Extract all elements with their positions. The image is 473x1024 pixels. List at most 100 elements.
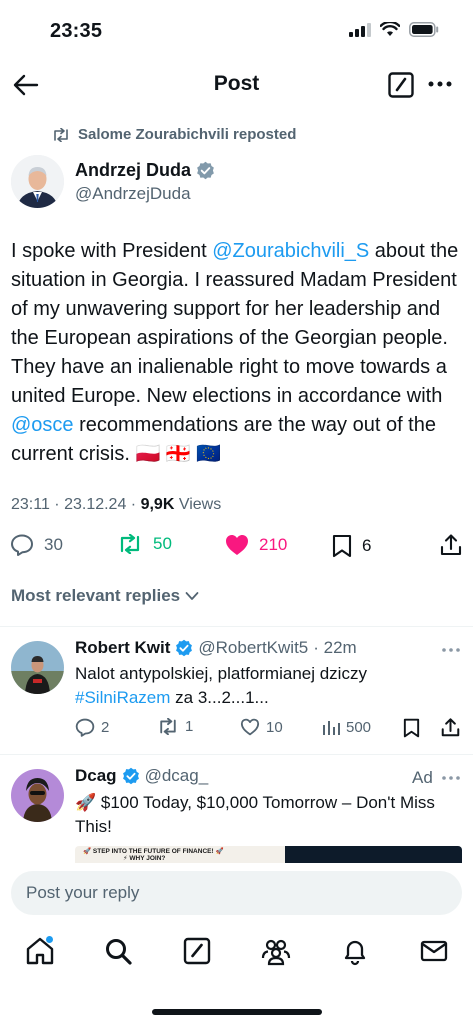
verified-badge-icon <box>197 161 214 180</box>
repost-icon <box>54 127 68 142</box>
author-handle[interactable]: @AndrzejDuda <box>75 184 191 204</box>
search-icon <box>106 939 132 965</box>
grok-icon <box>183 937 211 965</box>
tab-grok[interactable] <box>182 936 212 966</box>
reply-repost-button[interactable]: 1 <box>157 718 193 735</box>
repost-count: 50 <box>153 534 172 553</box>
reply-sort-label: Most relevant replies <box>11 586 181 605</box>
ad-more-button[interactable] <box>440 773 462 783</box>
author-name-row[interactable]: Andrzej Duda <box>75 160 215 181</box>
hashtag-link[interactable]: #SilniRazem <box>75 688 170 707</box>
home-indicator <box>152 1009 322 1015</box>
tab-search[interactable] <box>103 936 133 966</box>
more-options-button[interactable] <box>426 74 454 94</box>
communities-icon <box>261 939 291 966</box>
reply-header: Robert Kwit @RobertKwit5 · 22m <box>75 638 435 658</box>
ad-header: Dcag @dcag_ <box>75 766 208 786</box>
reply-more-button[interactable] <box>440 645 462 655</box>
home-notification-dot <box>46 936 53 943</box>
reply-input[interactable]: Post your reply <box>11 871 462 915</box>
reply-sort-dropdown[interactable]: Most relevant replies <box>11 586 199 606</box>
reply-input-placeholder: Post your reply <box>26 883 140 902</box>
reply-avatar[interactable] <box>11 641 64 694</box>
verified-badge-icon <box>122 767 139 785</box>
reply-reply-button[interactable]: 2 <box>75 718 109 737</box>
post-text-part: about the situation in Georgia. I reassu… <box>11 240 459 407</box>
share-button[interactable] <box>440 534 462 556</box>
post-meta: 23:11 · 23.12.24 · 9,9K Views <box>11 496 221 514</box>
ad-author-handle[interactable]: @dcag_ <box>145 766 209 786</box>
repost-banner-text: Salome Zourabichvili reposted <box>78 126 297 143</box>
bookmark-count: 6 <box>362 536 372 555</box>
verified-badge-icon <box>176 639 193 657</box>
ad-avatar[interactable] <box>11 769 64 822</box>
mail-icon <box>420 940 448 962</box>
status-time: 23:35 <box>50 20 103 42</box>
repost-icon <box>120 534 140 554</box>
post-text-part: I spoke with President <box>11 240 213 262</box>
bell-icon <box>344 940 366 966</box>
share-icon <box>441 718 460 737</box>
avatar-image <box>11 155 64 208</box>
repost-icon <box>160 718 176 735</box>
bookmark-button[interactable]: 6 <box>332 534 371 558</box>
more-horizontal-icon <box>442 648 460 652</box>
share-icon <box>440 534 462 556</box>
avatar-image <box>11 769 64 822</box>
ad-banner-image[interactable]: 🚀 STEP INTO THE FUTURE OF FINANCE! 🚀 ⚡ W… <box>75 846 462 863</box>
flag-emojis: 🇵🇱 🇬🇪 🇪🇺 <box>135 443 222 465</box>
ad-banner-left: 🚀 STEP INTO THE FUTURE OF FINANCE! 🚀 ⚡ W… <box>75 846 285 863</box>
tab-communities[interactable] <box>261 936 291 966</box>
reply-actions: 2 1 10 500 <box>75 718 462 740</box>
reply-view-count: 500 <box>346 718 372 736</box>
avatar-image <box>11 641 64 694</box>
compose-button[interactable] <box>387 71 415 99</box>
ad-banner-text: 🚀 STEP INTO THE FUTURE OF FINANCE! 🚀 <box>83 848 224 855</box>
tab-notifications[interactable] <box>340 936 370 966</box>
ad-text: 🚀 $100 Today, $10,000 Tomorrow – Don't M… <box>75 793 435 836</box>
mention-link[interactable]: @Zourabichvili_S <box>212 240 369 262</box>
bookmark-icon <box>403 718 420 738</box>
like-button[interactable]: 210 <box>225 534 287 556</box>
compose-icon <box>388 72 414 98</box>
chevron-down-icon <box>185 592 199 600</box>
reply-share-button[interactable] <box>441 718 460 737</box>
reply-like-button[interactable]: 10 <box>240 718 283 736</box>
more-horizontal-icon <box>428 81 452 87</box>
mention-link[interactable]: @osce <box>11 414 74 436</box>
reply-author-handle[interactable]: @RobertKwit5 <box>198 638 308 658</box>
views-chart-icon <box>323 721 340 735</box>
views-count[interactable]: 9,9K <box>141 496 175 513</box>
like-count: 210 <box>259 535 288 554</box>
post-text-part: recommendations are the way out of the c… <box>11 414 436 465</box>
divider <box>0 626 473 627</box>
reply-author-name[interactable]: Robert Kwit <box>75 638 170 658</box>
heart-filled-icon <box>226 535 248 555</box>
ad-banner-right <box>285 846 462 863</box>
more-horizontal-icon <box>442 776 460 780</box>
reply-text: Nalot antypolskiej, platformianej dziczy… <box>75 662 460 710</box>
reply-repost-count: 1 <box>185 718 194 735</box>
reply-time: · 22m <box>313 638 357 657</box>
reply-count: 30 <box>44 535 63 554</box>
bookmark-icon <box>332 534 352 558</box>
reply-button[interactable]: 30 <box>10 534 63 556</box>
repost-banner: Salome Zourabichvili reposted <box>52 126 296 143</box>
tab-messages[interactable] <box>419 936 449 966</box>
reply-text-main: Nalot antypolskiej, platformianej dziczy <box>75 664 367 683</box>
divider <box>0 754 473 755</box>
heart-icon <box>240 718 260 736</box>
battery-icon <box>409 22 439 37</box>
repost-button[interactable]: 50 <box>117 534 172 554</box>
author-name[interactable]: Andrzej Duda <box>75 160 191 181</box>
reply-like-count: 10 <box>266 718 283 736</box>
ad-author-name[interactable]: Dcag <box>75 766 117 786</box>
reply-reply-count: 2 <box>101 719 110 736</box>
post-timestamp: 23:11 · 23.12.24 · <box>11 496 141 513</box>
ad-banner-sub: ⚡ WHY JOIN? <box>123 855 166 862</box>
reply-icon <box>75 718 95 737</box>
reply-views-button[interactable]: 500 <box>322 718 371 736</box>
post-actions: 30 50 210 6 <box>10 534 465 560</box>
reply-bookmark-button[interactable] <box>403 718 420 738</box>
author-avatar[interactable] <box>11 155 64 208</box>
